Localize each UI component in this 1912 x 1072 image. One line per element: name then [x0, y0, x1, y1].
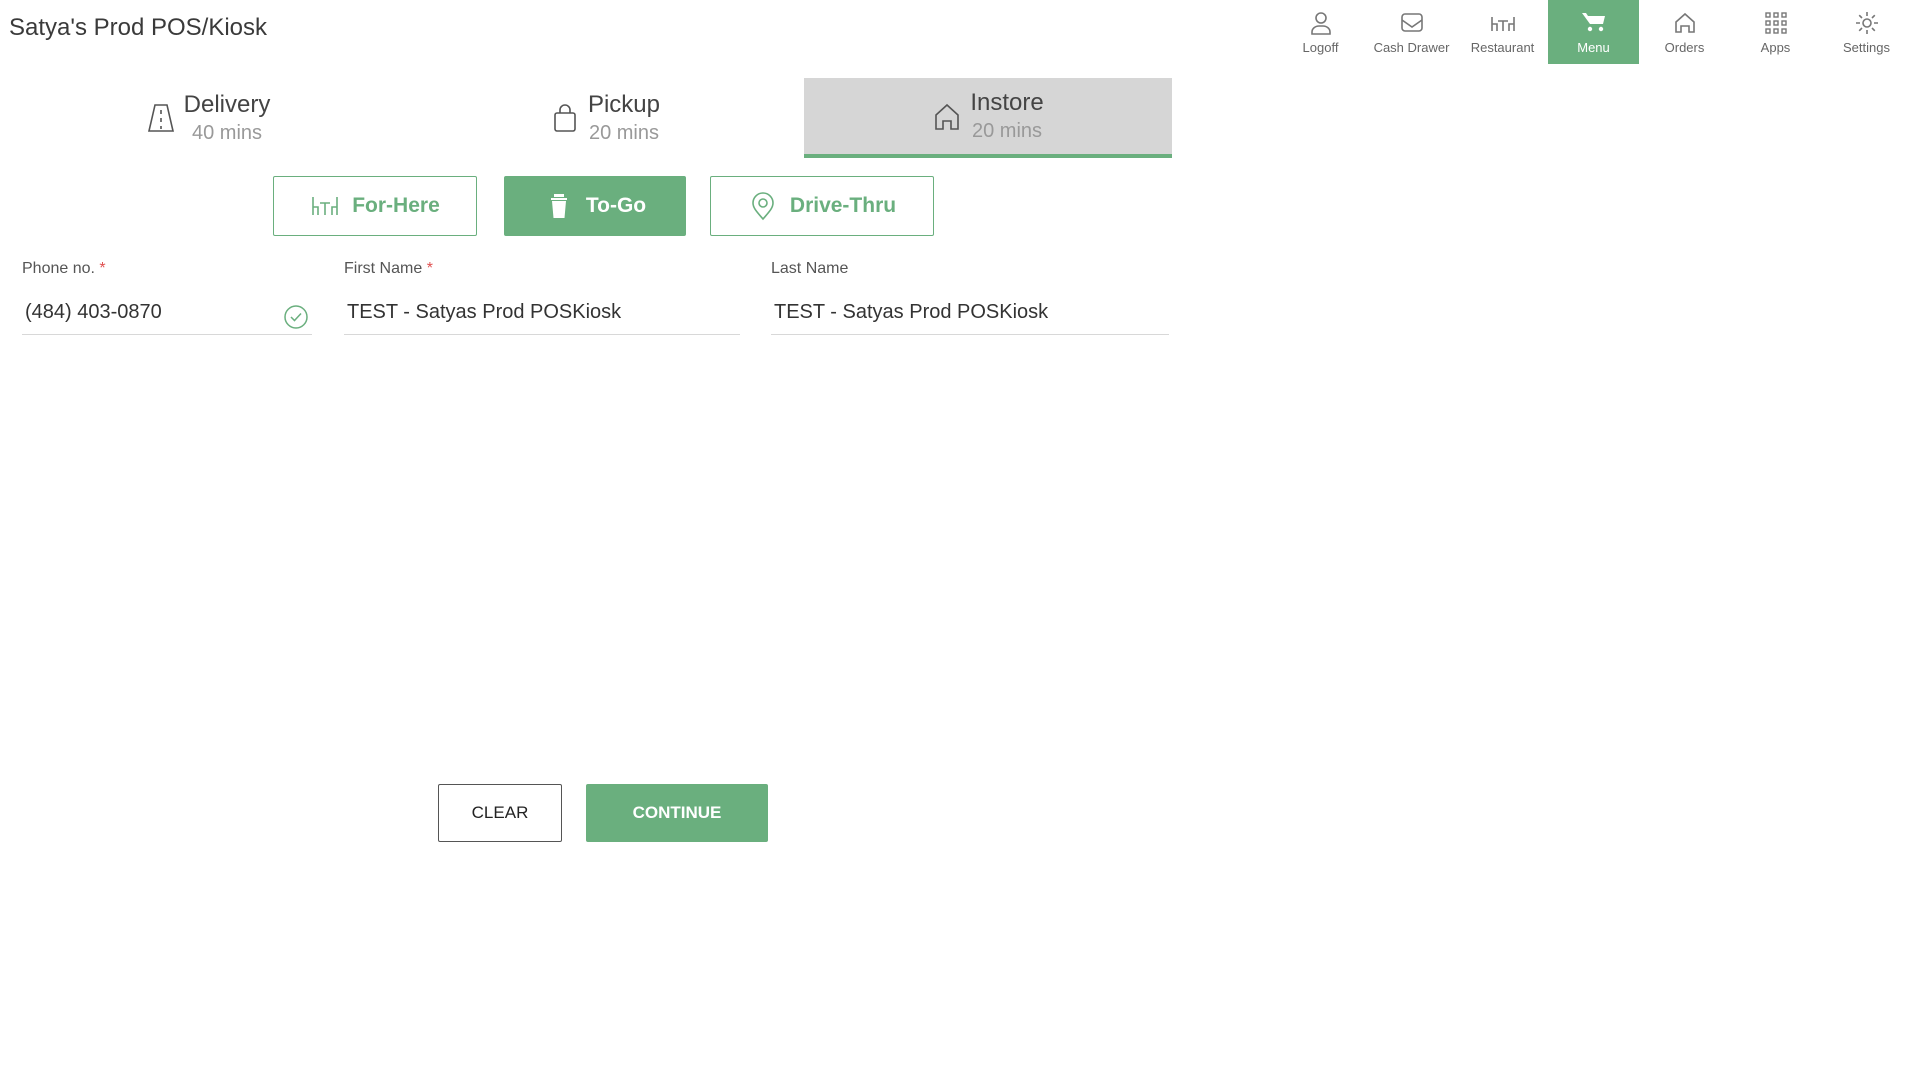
app-title: Satya's Prod POS/Kiosk [9, 14, 268, 41]
store-icon [935, 103, 960, 130]
clear-button[interactable]: CLEAR [438, 784, 562, 842]
home-icon [1674, 12, 1695, 33]
nav-settings-label: Settings [1843, 40, 1890, 55]
to-go-label: To-Go [585, 194, 647, 217]
togo-cup-icon [550, 194, 567, 218]
for-here-button[interactable]: For-Here [273, 176, 477, 236]
nav-apps[interactable]: Apps [1730, 0, 1821, 64]
nav-logoff[interactable]: Logoff [1275, 0, 1366, 64]
top-navigation: Logoff Cash Drawer Restaurant Menu Order… [1275, 0, 1912, 64]
location-pin-icon [752, 192, 774, 221]
last-name-field-group: Last Name [771, 260, 1169, 335]
apps-grid-icon [1764, 12, 1787, 34]
first-name-label: First Name * [344, 260, 433, 277]
required-mark: * [99, 260, 106, 277]
order-type-tabs: Delivery 40 mins Pickup 20 mins Instore … [0, 78, 1172, 158]
to-go-button[interactable]: To-Go [504, 176, 686, 236]
last-name-label: Last Name [771, 260, 849, 277]
phone-label: Phone no. * [22, 260, 106, 277]
nav-restaurant[interactable]: Restaurant [1457, 0, 1548, 64]
nav-cash-drawer[interactable]: Cash Drawer [1366, 0, 1457, 64]
cash-drawer-icon [1400, 13, 1423, 32]
tab-pickup[interactable]: Pickup 20 mins [530, 78, 680, 158]
restaurant-icon [1490, 17, 1515, 31]
nav-logoff-label: Logoff [1302, 40, 1339, 55]
bag-icon [554, 104, 576, 132]
continue-button[interactable]: CONTINUE [586, 784, 768, 842]
tab-instore-time: 20 mins [971, 120, 1043, 142]
for-here-label: For-Here [352, 194, 440, 217]
user-icon [1310, 12, 1331, 35]
cart-icon [1581, 13, 1605, 32]
tab-instore-name: Instore [970, 89, 1044, 116]
required-mark: * [426, 260, 433, 277]
tab-pickup-name: Pickup [587, 91, 661, 118]
drive-thru-button[interactable]: Drive-Thru [710, 176, 934, 236]
phone-field-group: Phone no. * [22, 260, 312, 335]
drive-thru-label: Drive-Thru [789, 194, 897, 217]
nav-orders[interactable]: Orders [1639, 0, 1730, 64]
nav-menu-label: Menu [1577, 40, 1610, 55]
nav-menu[interactable]: Menu [1548, 0, 1639, 64]
nav-cash-drawer-label: Cash Drawer [1373, 40, 1450, 55]
nav-settings[interactable]: Settings [1821, 0, 1912, 64]
tab-delivery-name: Delivery [183, 91, 271, 118]
gear-icon [1855, 12, 1878, 34]
nav-orders-label: Orders [1664, 40, 1705, 55]
dining-table-icon [312, 197, 339, 215]
tab-delivery[interactable]: Delivery 40 mins [128, 78, 288, 158]
nav-apps-label: Apps [1760, 40, 1791, 55]
nav-restaurant-label: Restaurant [1470, 40, 1535, 55]
first-name-field-group: First Name * [344, 260, 740, 335]
road-icon [147, 104, 174, 132]
tab-delivery-time: 40 mins [191, 122, 263, 144]
tab-instore[interactable]: Instore 20 mins [804, 78, 1172, 158]
tab-pickup-time: 20 mins [588, 122, 659, 144]
first-name-input[interactable] [344, 290, 740, 335]
last-name-input[interactable] [771, 290, 1169, 335]
phone-input[interactable] [22, 290, 312, 335]
check-circle-icon [284, 305, 308, 329]
